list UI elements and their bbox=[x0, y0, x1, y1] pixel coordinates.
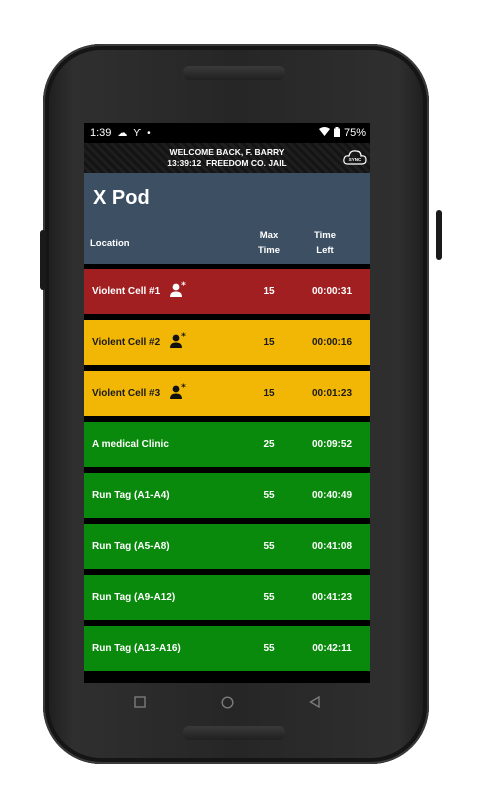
location-row[interactable]: Violent Cell #2 * 15 00:00:16 bbox=[84, 320, 370, 365]
phone-bottom-rib bbox=[183, 726, 285, 740]
location-row[interactable]: Run Tag (A13-A16) 55 00:42:11 bbox=[84, 626, 370, 671]
max-time: 55 bbox=[263, 643, 275, 654]
welcome-banner: WELCOME BACK, F. BARRY 13:39:12 FREEDOM … bbox=[84, 143, 370, 173]
android-nav-bar bbox=[84, 690, 370, 718]
sync-button[interactable]: SYNC bbox=[343, 149, 367, 165]
column-header-time-left: Time Left bbox=[307, 228, 343, 258]
column-header-time-left-line2: Left bbox=[316, 245, 334, 256]
status-time: 1:39 bbox=[90, 127, 112, 139]
time-left: 00:09:52 bbox=[311, 439, 353, 450]
time-left: 00:40:49 bbox=[311, 490, 353, 501]
cloud-icon: ☁ bbox=[117, 127, 128, 139]
max-time: 55 bbox=[263, 541, 275, 552]
time-left: 00:41:08 bbox=[311, 541, 353, 552]
max-time: 15 bbox=[263, 388, 275, 399]
location-name: Violent Cell #2 bbox=[92, 337, 161, 348]
pod-header: X Pod Location Max Time Time Left bbox=[84, 173, 370, 264]
location-name: Run Tag (A9-A12) bbox=[92, 592, 176, 603]
column-header-time-left-line1: Time bbox=[313, 230, 336, 241]
time-left: 00:41:23 bbox=[311, 592, 353, 603]
wifi-icon bbox=[318, 127, 330, 139]
location-row[interactable]: Violent Cell #3 * 15 00:01:23 bbox=[84, 371, 370, 416]
location-name: Violent Cell #3 bbox=[92, 388, 161, 399]
inmate-alert-icon: * bbox=[169, 332, 187, 350]
location-name: Run Tag (A1-A4) bbox=[92, 490, 170, 501]
location-row[interactable]: Run Tag (A5-A8) 55 00:41:08 bbox=[84, 524, 370, 569]
location-row[interactable]: Run Tag (A9-A12) 55 00:41:23 bbox=[84, 575, 370, 620]
max-time: 15 bbox=[263, 286, 275, 297]
pod-title: X Pod bbox=[93, 187, 150, 209]
max-time: 25 bbox=[263, 439, 275, 450]
side-button-left bbox=[40, 230, 46, 290]
svg-text:*: * bbox=[181, 332, 186, 342]
time-left: 00:00:31 bbox=[311, 286, 353, 297]
status-bar: 1:39 ☁ Ƴ • 75% bbox=[84, 123, 370, 143]
max-time: 15 bbox=[263, 337, 275, 348]
location-list: Violent Cell #1 * 15 00:00:31 Violent Ce… bbox=[84, 269, 370, 677]
home-button[interactable] bbox=[221, 696, 234, 711]
column-header-max-time: Max Time bbox=[252, 228, 286, 258]
time-left: 00:42:11 bbox=[312, 643, 352, 654]
location-row[interactable]: Violent Cell #1 * 15 00:00:31 bbox=[84, 269, 370, 314]
sync-label: SYNC bbox=[349, 157, 362, 162]
location-name: Run Tag (A5-A8) bbox=[92, 541, 170, 552]
current-clock: 13:39:12 bbox=[167, 158, 202, 168]
clock-facility-line: 13:39:12 FREEDOM CO. JAIL bbox=[84, 158, 370, 169]
max-time: 55 bbox=[263, 592, 275, 603]
welcome-message: WELCOME BACK, F. BARRY bbox=[169, 147, 285, 157]
back-button[interactable] bbox=[309, 695, 320, 710]
antenna-icon: Ƴ bbox=[133, 127, 142, 139]
location-name: Run Tag (A13-A16) bbox=[92, 643, 181, 654]
column-header-max-time-line2: Time bbox=[257, 245, 280, 256]
inmate-alert-icon: * bbox=[169, 281, 187, 299]
phone-screen: 1:39 ☁ Ƴ • 75% WELCOME BACK, F. BARRY 13… bbox=[84, 123, 370, 683]
location-row[interactable]: A medical Clinic 25 00:09:52 bbox=[84, 422, 370, 467]
side-button-right bbox=[436, 210, 442, 260]
location-name: A medical Clinic bbox=[92, 439, 169, 450]
inmate-alert-icon: * bbox=[169, 383, 187, 401]
svg-text:*: * bbox=[181, 383, 186, 393]
location-name: Violent Cell #1 bbox=[92, 286, 161, 297]
battery-icon bbox=[333, 126, 340, 140]
svg-text:*: * bbox=[181, 281, 186, 291]
phone-top-rib bbox=[183, 66, 285, 80]
column-header-location: Location bbox=[90, 238, 130, 249]
column-header-max-time-line1: Max bbox=[259, 230, 279, 241]
location-row[interactable]: Run Tag (A1-A4) 55 00:40:49 bbox=[84, 473, 370, 518]
facility-name: FREEDOM CO. JAIL bbox=[206, 158, 287, 168]
time-left: 00:01:23 bbox=[311, 388, 353, 399]
max-time: 55 bbox=[263, 490, 275, 501]
notification-dot-icon: • bbox=[147, 127, 151, 139]
time-left: 00:00:16 bbox=[311, 337, 353, 348]
recent-apps-button[interactable] bbox=[134, 696, 146, 710]
battery-percent: 75% bbox=[343, 127, 366, 139]
